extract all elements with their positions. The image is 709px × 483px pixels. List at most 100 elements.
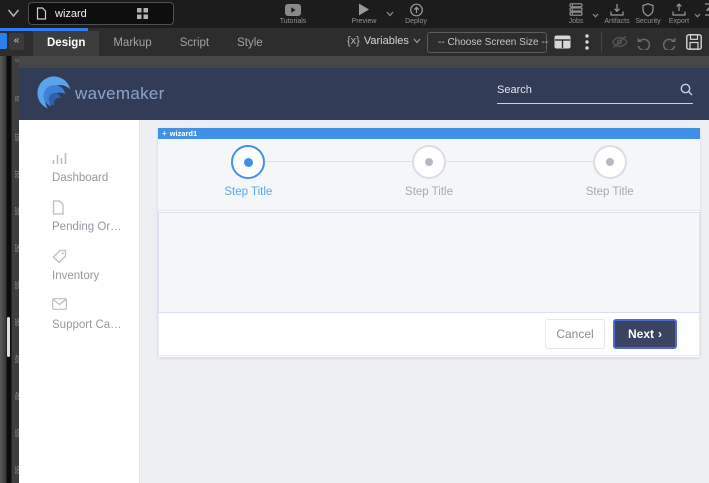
collapse-panel-button[interactable]: « <box>9 33 24 50</box>
wave-logo-icon <box>35 75 73 113</box>
canvas-top-margin <box>19 56 709 68</box>
wizard-step-3[interactable]: Step Title <box>519 145 700 210</box>
ruler-mark: 400 <box>12 355 19 369</box>
tag-icon <box>52 249 139 264</box>
file-icon <box>52 200 139 215</box>
security-label: Security <box>635 18 660 25</box>
step-circle <box>231 145 265 179</box>
app-nav-sidebar: Dashboard Pending Or… Invento <box>19 120 140 483</box>
logo-text: wavemaker <box>75 84 165 104</box>
nav-label: Inventory <box>52 270 139 282</box>
step-circle <box>593 145 627 179</box>
video-icon <box>285 2 301 17</box>
wavemaker-logo[interactable]: wavemaker <box>35 75 165 113</box>
download-tray-icon <box>610 2 624 17</box>
top-bar: Tutorials Preview Deploy <box>0 0 709 28</box>
kebab-menu-icon[interactable] <box>585 34 589 50</box>
partial-icon <box>704 2 709 17</box>
chevron-down-icon[interactable] <box>7 8 20 18</box>
step-title: Step Title <box>405 186 453 198</box>
wizard-selection-bar[interactable]: + wizard1 <box>158 128 700 139</box>
project-name-input[interactable] <box>55 8 137 20</box>
chevron-right-icon: › <box>658 327 662 341</box>
undo-icon[interactable] <box>636 34 652 50</box>
wizard-widget: + wizard1 Step Title Step Title <box>158 128 700 357</box>
variables-label: Variables <box>364 35 409 47</box>
step-dot <box>244 158 253 167</box>
wizard-step-content[interactable] <box>158 212 700 313</box>
ruler-mark: 50 <box>12 96 19 110</box>
tab-markup[interactable]: Markup <box>99 31 165 56</box>
wizard-step-header: Step Title Step Title Step Title <box>158 139 700 211</box>
step-dot <box>606 158 614 166</box>
preview-button[interactable]: Preview <box>344 2 384 25</box>
bar-chart-icon <box>52 151 139 166</box>
step-title: Step Title <box>586 186 634 198</box>
cloud-upload-icon <box>409 2 424 17</box>
canvas-page: wavemaker <box>19 68 709 483</box>
partial-toolbar-button[interactable]: I <box>700 2 709 25</box>
ruler-mark: 500 <box>12 429 19 443</box>
tutorials-button[interactable]: Tutorials <box>271 2 315 25</box>
redo-icon[interactable] <box>661 34 677 50</box>
shield-icon <box>642 2 654 17</box>
layout-table-icon[interactable] <box>554 34 571 50</box>
server-stack-icon <box>569 2 583 17</box>
ruler-mark: 350 <box>12 318 19 332</box>
security-button[interactable]: Security <box>630 2 666 25</box>
search-icon[interactable] <box>680 83 693 96</box>
page-icon <box>36 7 47 20</box>
next-label: Next <box>628 327 654 341</box>
tab-style[interactable]: Style <box>223 31 277 56</box>
wizard-step-2[interactable]: Step Title <box>339 145 520 210</box>
ruler-mark: 450 <box>12 392 19 406</box>
search-input[interactable] <box>497 84 680 96</box>
jobs-button[interactable]: Jobs <box>561 2 591 25</box>
app-header: wavemaker <box>19 68 709 120</box>
ruler-mark: 100 <box>12 133 19 147</box>
eye-off-icon[interactable] <box>611 34 628 50</box>
step-dot <box>425 158 433 166</box>
ruler-mark: 300 <box>12 281 19 295</box>
nav-item-inventory[interactable]: Inventory <box>52 249 139 282</box>
screen-size-value: -- Choose Screen Size -- <box>438 37 548 48</box>
nav-label: Support Ca… <box>52 319 139 331</box>
grid-icon[interactable] <box>137 8 148 19</box>
save-icon[interactable] <box>686 34 702 50</box>
search-field <box>497 83 693 104</box>
wizard-footer: Cancel Next › <box>158 313 700 356</box>
page-content-area: + wizard1 Step Title Step Title <box>140 120 709 483</box>
deploy-button[interactable]: Deploy <box>395 2 437 25</box>
jobs-label: Jobs <box>569 18 584 25</box>
ruler-mark: 250 <box>12 244 19 258</box>
app-body: Dashboard Pending Or… Invento <box>19 120 709 483</box>
wizard-step-1[interactable]: Step Title <box>158 145 339 210</box>
nav-item-pending-orders[interactable]: Pending Or… <box>52 200 139 233</box>
variables-dropdown[interactable]: {x} Variables <box>347 35 421 47</box>
nav-item-support-cases[interactable]: Support Ca… <box>52 298 139 331</box>
project-name-box[interactable] <box>28 2 174 25</box>
design-toolbar: « Design Markup Script Style {x} Variabl… <box>0 28 709 56</box>
tab-script[interactable]: Script <box>166 31 223 56</box>
editor-tabs: Design Markup Script Style <box>33 31 277 56</box>
play-icon <box>358 2 370 17</box>
ruler-scrollbar-thumb[interactable] <box>7 317 10 357</box>
preview-label: Preview <box>352 18 377 25</box>
preview-chevron-icon[interactable] <box>386 11 394 17</box>
cancel-button[interactable]: Cancel <box>545 319 605 349</box>
screen-size-select[interactable]: -- Choose Screen Size -- <box>427 32 547 53</box>
upload-tray-icon <box>672 2 686 17</box>
nav-item-dashboard[interactable]: Dashboard <box>52 151 139 184</box>
ruler-mark: 0 <box>12 59 19 73</box>
vertical-ruler: 050100150200250300350400450500550 <box>0 56 19 483</box>
deploy-label: Deploy <box>405 18 427 25</box>
artifacts-label: Artifacts <box>604 18 629 25</box>
tab-design[interactable]: Design <box>33 31 99 56</box>
chevron-down-icon <box>413 38 421 44</box>
move-icon: + <box>162 129 167 139</box>
widget-panel-stub[interactable] <box>0 33 7 49</box>
next-button[interactable]: Next › <box>613 319 677 349</box>
wavemaker-studio-window: Tutorials Preview Deploy <box>0 0 709 483</box>
export-button[interactable]: Export <box>662 2 696 25</box>
ruler-mark: 150 <box>12 170 19 184</box>
